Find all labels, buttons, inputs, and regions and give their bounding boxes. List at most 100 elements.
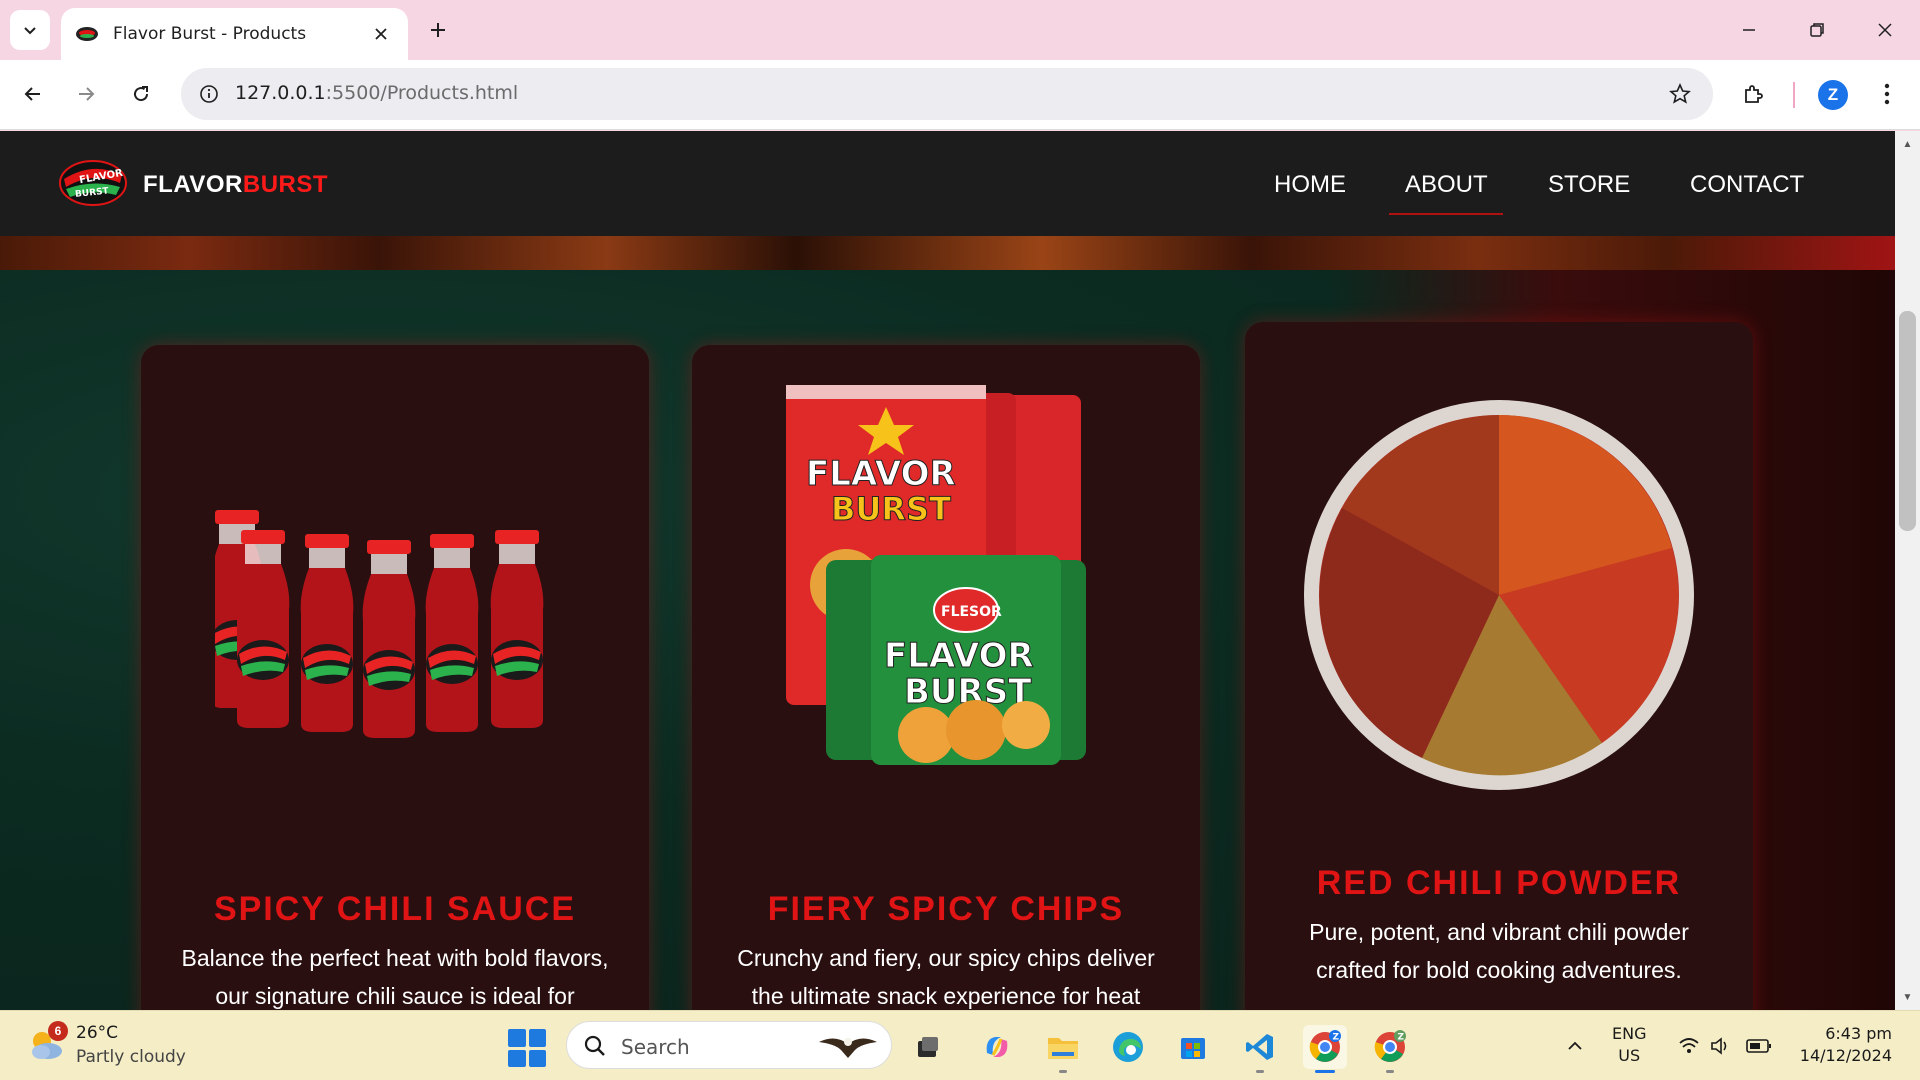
app-running-indicator — [1059, 1070, 1067, 1073]
site-info-icon[interactable] — [191, 76, 227, 112]
chrome-profile-2-icon[interactable]: Z — [1368, 1025, 1412, 1073]
app-running-indicator — [1256, 1070, 1264, 1073]
active-nav-underline — [1389, 213, 1503, 215]
product-description-line: our signature chili sauce is ideal for — [215, 983, 575, 1009]
chili-sauce-image — [141, 505, 649, 775]
browser-tab-bar: Flavor Burst - Products — [0, 0, 1920, 60]
clock-time: 6:43 pm — [1825, 1024, 1892, 1043]
product-card-spicy-chips[interactable]: FLAVOR BURST FLESOR FLAVOR BURST FIERY S… — [692, 345, 1200, 1010]
wifi-icon[interactable] — [1676, 1033, 1702, 1059]
brand-name[interactable]: FLAVORBURST — [143, 171, 328, 199]
chrome-icon-active[interactable]: Z — [1303, 1025, 1347, 1073]
scrollbar-thumb[interactable] — [1899, 311, 1916, 531]
extensions-button[interactable] — [1733, 73, 1775, 115]
nav-about[interactable]: ABOUT — [1405, 171, 1488, 199]
close-window-button[interactable] — [1862, 12, 1908, 48]
product-card-chili-powder[interactable]: RED CHILI POWDER Pure, potent, and vibra… — [1245, 322, 1753, 1010]
back-button[interactable] — [12, 73, 54, 115]
restore-button[interactable] — [1794, 12, 1840, 48]
windows-taskbar: 6 26°C Partly cloudy Search Z Z ENG US 6… — [0, 1010, 1920, 1080]
arrow-left-icon — [24, 87, 40, 101]
url-path: :5500/Products.html — [325, 82, 519, 104]
chili-powder-image — [1245, 398, 1753, 793]
clock-date: 14/12/2024 — [1799, 1046, 1892, 1065]
chili-powder-bowl-icon — [1303, 400, 1694, 790]
svg-text:Z: Z — [1398, 1033, 1405, 1043]
weather-temperature: 26°C — [76, 1023, 119, 1043]
more-vertical-icon — [1884, 83, 1890, 105]
copilot-icon[interactable] — [975, 1025, 1019, 1069]
chevron-down-icon — [24, 27, 36, 35]
tab-search-button[interactable] — [10, 10, 50, 50]
product-description-line: Pure, potent, and vibrant chili powder — [1309, 919, 1689, 945]
file-explorer-icon[interactable] — [1041, 1025, 1085, 1073]
chips-bags-icon: FLAVOR BURST FLESOR FLAVOR BURST — [786, 385, 1086, 765]
weather-alert-badge: 6 — [48, 1021, 68, 1041]
new-tab-button[interactable] — [420, 12, 456, 48]
app-running-indicator — [1386, 1070, 1394, 1073]
site-header: FLAVOR BURST FLAVORBURST HOME ABOUT STOR… — [0, 131, 1895, 236]
flavor-burst-logo[interactable]: FLAVOR BURST — [58, 157, 128, 209]
windows-start-icon[interactable] — [508, 1029, 546, 1067]
address-bar[interactable]: 127.0.0.1:5500/Products.html — [181, 68, 1713, 120]
page-scrollbar[interactable]: ▲ ▼ — [1895, 131, 1920, 1010]
search-icon — [584, 1035, 605, 1056]
bag-badge: FLESOR — [941, 604, 1002, 620]
show-hidden-icons-chevron-icon[interactable] — [1562, 1033, 1588, 1059]
reload-icon — [134, 86, 149, 102]
reload-button[interactable] — [120, 73, 162, 115]
product-description-line: the ultimate snack experience for heat — [751, 983, 1141, 1009]
url-host: 127.0.0.1 — [235, 82, 326, 104]
product-title: SPICY CHILI SAUCE — [213, 890, 577, 928]
product-title: FIERY SPICY CHIPS — [767, 890, 1125, 928]
task-view-icon[interactable] — [906, 1025, 950, 1069]
puzzle-icon — [1745, 85, 1763, 103]
product-description: Crunchy and fiery, our spicy chips deliv… — [716, 939, 1176, 1010]
product-description: Balance the perfect heat with bold flavo… — [165, 939, 625, 1010]
scroll-up-arrow-icon[interactable]: ▲ — [1895, 133, 1920, 155]
product-title: RED CHILI POWDER — [1316, 864, 1682, 902]
product-description-line: Balance the perfect heat with bold flavo… — [181, 945, 609, 971]
brand-name-white: FLAVOR — [143, 171, 243, 198]
browser-toolbar: 127.0.0.1:5500/Products.html Z — [0, 60, 1920, 130]
taskbar-search-box[interactable]: Search — [566, 1021, 892, 1069]
bookmark-star-icon[interactable] — [1663, 77, 1697, 111]
volume-icon[interactable] — [1708, 1033, 1734, 1059]
close-icon — [1878, 23, 1892, 37]
close-tab-icon[interactable] — [368, 21, 394, 47]
chili-sauce-bottles-icon — [215, 510, 544, 738]
language-code: ENG — [1612, 1024, 1647, 1043]
bag-text-1: FLAVOR — [884, 636, 1034, 676]
nav-store[interactable]: STORE — [1548, 171, 1630, 199]
page-viewport: FLAVOR BURST FLAVORBURST HOME ABOUT STOR… — [0, 131, 1895, 1010]
profile-avatar[interactable]: Z — [1818, 80, 1848, 110]
bag-text-2: BURST — [831, 490, 951, 528]
weather-description: Partly cloudy — [76, 1047, 186, 1067]
arrow-right-icon — [79, 87, 95, 101]
scroll-down-arrow-icon[interactable]: ▼ — [1895, 986, 1920, 1008]
flavor-burst-favicon-icon — [76, 27, 98, 41]
restore-icon — [1810, 23, 1824, 37]
bag-text-1: FLAVOR — [806, 454, 956, 494]
nav-contact[interactable]: CONTACT — [1690, 171, 1804, 199]
input-language-indicator[interactable]: ENG US — [1612, 1023, 1646, 1067]
edge-icon[interactable] — [1106, 1025, 1150, 1069]
minimize-icon — [1743, 29, 1755, 31]
svg-text:Z: Z — [1333, 1033, 1340, 1043]
nav-home[interactable]: HOME — [1274, 171, 1346, 199]
browser-tab-active[interactable]: Flavor Burst - Products — [61, 8, 408, 60]
product-card-chili-sauce[interactable]: SPICY CHILI SAUCE Balance the perfect he… — [141, 345, 649, 1010]
url-text[interactable]: 127.0.0.1:5500/Products.html — [235, 82, 518, 104]
battery-icon[interactable] — [1746, 1033, 1772, 1059]
brand-name-red: BURST — [242, 171, 329, 198]
minimize-button[interactable] — [1726, 12, 1772, 48]
plus-icon — [431, 23, 445, 37]
forward-button[interactable] — [65, 73, 107, 115]
taskbar-search-placeholder: Search — [621, 1035, 690, 1059]
tab-title: Flavor Burst - Products — [113, 24, 307, 44]
system-clock[interactable]: 6:43 pm 14/12/2024 — [1792, 1023, 1892, 1067]
microsoft-store-icon[interactable] — [1171, 1025, 1215, 1069]
vscode-icon[interactable] — [1238, 1025, 1282, 1073]
browser-menu-button[interactable] — [1870, 73, 1904, 115]
toolbar-separator — [1793, 82, 1795, 108]
